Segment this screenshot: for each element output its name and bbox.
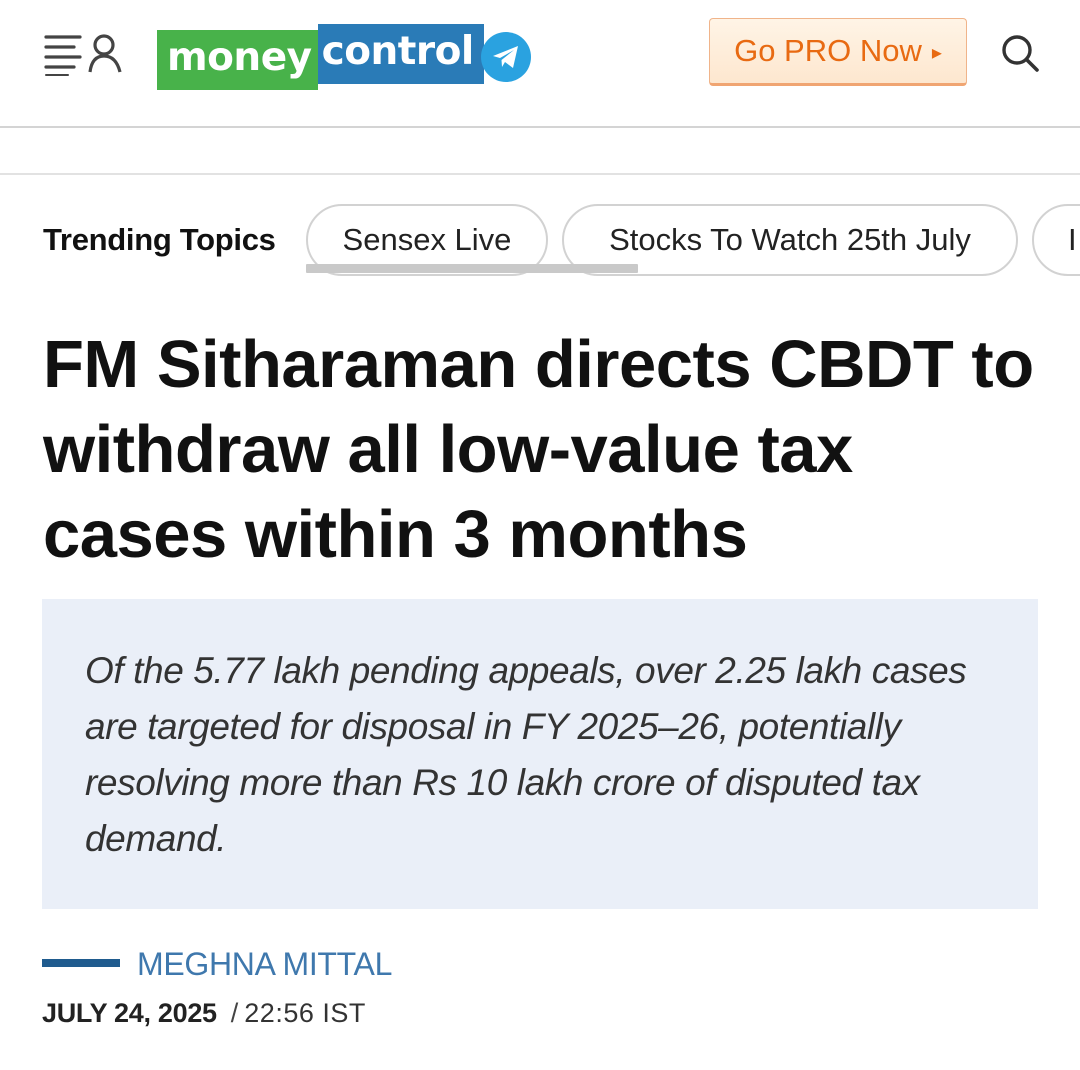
dateline: JULY 24, 2025 /22:56 IST <box>42 998 366 1029</box>
author-accent-bar <box>42 959 120 967</box>
menu-icon <box>44 35 82 76</box>
article-summary: Of the 5.77 lakh pending appeals, over 2… <box>85 650 967 859</box>
moneycontrol-logo[interactable]: money control <box>157 24 484 90</box>
trending-chip[interactable]: I <box>1032 204 1080 276</box>
site-header: money control Go PRO Now ▸ <box>0 0 1080 128</box>
article-headline: FM Sitharaman directs CBDT to withdraw a… <box>43 327 1034 572</box>
search-icon[interactable] <box>1000 33 1040 73</box>
go-pro-button[interactable]: Go PRO Now ▸ <box>709 18 967 86</box>
logo-control: control <box>317 24 484 84</box>
trending-topics-label: Trending Topics <box>43 222 276 257</box>
trending-scrollbar[interactable] <box>306 264 638 273</box>
date-separator: / <box>230 998 239 1028</box>
logo-money: money <box>157 30 318 90</box>
publish-date: JULY 24, 2025 <box>42 998 217 1028</box>
article-summary-box: Of the 5.77 lakh pending appeals, over 2… <box>42 599 1038 909</box>
publish-time: 22:56 IST <box>244 998 366 1028</box>
user-icon <box>88 34 122 73</box>
page: money control Go PRO Now ▸ Trending Topi… <box>0 0 1080 1070</box>
menu-user-icon[interactable] <box>44 32 128 76</box>
caret-right-icon: ▸ <box>931 41 942 64</box>
telegram-icon[interactable] <box>481 32 531 82</box>
section-divider <box>0 173 1080 175</box>
go-pro-label: Go PRO Now <box>734 33 922 68</box>
author-name[interactable]: MEGHNA MITTAL <box>137 946 392 983</box>
